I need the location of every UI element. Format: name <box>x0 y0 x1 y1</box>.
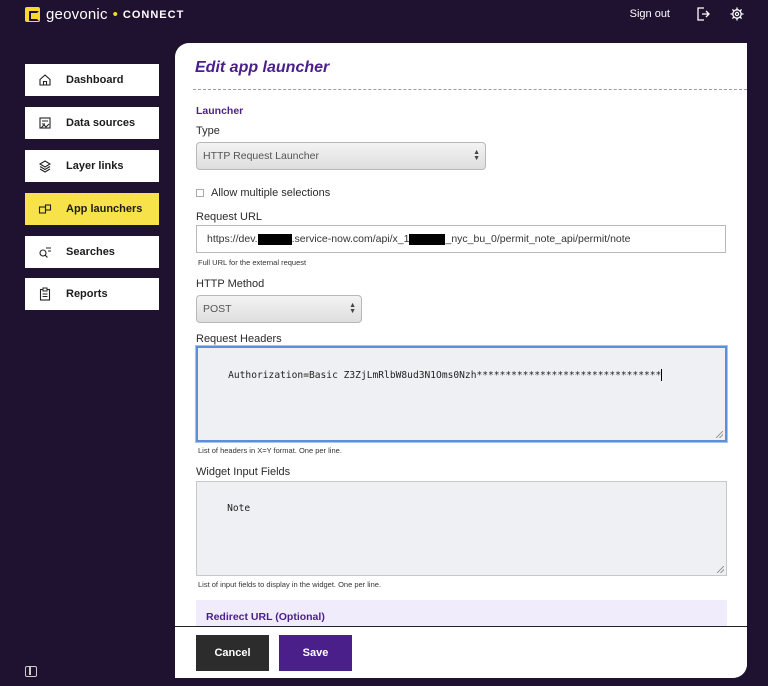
home-icon <box>39 74 51 86</box>
request-headers-value: Authorization=Basic Z3ZjLmRlbW8ud3N1Oms0… <box>228 370 662 381</box>
request-url-part-1: https://dev. <box>207 233 258 245</box>
text-caret <box>661 369 663 381</box>
sidebar-item-label: Reports <box>66 288 108 300</box>
sidebar-item-dashboard[interactable]: Dashboard <box>25 64 159 96</box>
title-divider <box>193 89 747 90</box>
gear-icon[interactable] <box>730 7 744 21</box>
request-url-help: Full URL for the external request <box>198 258 307 267</box>
edit-app-launcher-panel: Edit app launcher Launcher Type HTTP Req… <box>175 43 747 678</box>
request-url-part-3: _nyc_bu_0/permit_note_api/permit/note <box>445 233 631 245</box>
data-sources-icon <box>39 117 51 129</box>
search-icon <box>39 247 51 258</box>
type-select[interactable]: HTTP Request Launcher ▲ ▼ <box>196 142 486 170</box>
cancel-button[interactable]: Cancel <box>196 635 269 671</box>
request-url-label: Request URL <box>196 211 263 223</box>
http-method-select[interactable]: POST ▲ ▼ <box>196 295 362 323</box>
logo-name: geovonic <box>46 6 108 23</box>
sidebar-toggle-icon[interactable] <box>25 666 37 677</box>
resize-handle[interactable] <box>716 431 723 438</box>
type-select-value: HTTP Request Launcher <box>203 150 319 162</box>
sidebar-item-app-launchers[interactable]: App launchers <box>25 193 159 225</box>
request-url-input[interactable]: https://dev. .service-now.com/api/x_1 _nyc… <box>196 225 726 253</box>
resize-handle[interactable] <box>717 566 724 573</box>
logo-sub: CONNECT <box>122 8 185 21</box>
redacted-block <box>409 233 446 245</box>
widget-input-fields-textarea[interactable]: Note <box>196 481 727 576</box>
http-method-value: POST <box>203 303 232 315</box>
section-launcher-heading: Launcher <box>196 105 244 117</box>
sidebar-item-label: App launchers <box>66 203 143 215</box>
sidebar-item-label: Dashboard <box>66 74 124 86</box>
save-button[interactable]: Save <box>279 635 352 671</box>
sidebar-item-data-sources[interactable]: Data sources <box>25 107 159 139</box>
page-title: Edit app launcher <box>195 59 330 76</box>
form-footer: Cancel Save <box>175 626 747 678</box>
request-url-part-2: .service-now.com/api/x_1 <box>291 233 410 245</box>
request-headers-help: List of headers in X=Y format. One per l… <box>198 446 342 455</box>
request-headers-textarea[interactable]: Authorization=Basic Z3ZjLmRlbW8ud3N1Oms0… <box>196 346 727 442</box>
widget-input-fields-value: Note <box>227 503 251 514</box>
request-headers-label: Request Headers <box>196 333 282 345</box>
logo-dot: • <box>112 6 118 23</box>
sidebar-item-label: Data sources <box>66 117 136 129</box>
top-bar: geovonic • CONNECT Sign out <box>0 0 768 30</box>
widget-input-fields-help: List of input fields to display in the w… <box>198 580 382 589</box>
sidebar-item-reports[interactable]: Reports <box>25 278 159 310</box>
clipboard-icon <box>39 287 51 301</box>
type-label: Type <box>196 125 220 137</box>
allow-multiple-label: Allow multiple selections <box>211 187 331 199</box>
redirect-url-heading: Redirect URL (Optional) <box>206 611 325 623</box>
sidebar-item-label: Searches <box>66 246 115 258</box>
redacted-block <box>257 233 292 245</box>
select-arrows-icon: ▲ ▼ <box>349 302 356 315</box>
select-arrows-icon: ▲ ▼ <box>473 149 480 162</box>
sidebar-item-searches[interactable]: Searches <box>25 236 159 268</box>
sign-out-link[interactable]: Sign out <box>630 8 670 20</box>
layers-icon <box>38 160 52 173</box>
logo-mark-icon <box>25 7 40 22</box>
sign-out-icon[interactable] <box>696 6 710 22</box>
sidebar-item-label: Layer links <box>66 160 124 172</box>
sidebar-item-layer-links[interactable]: Layer links <box>25 150 159 182</box>
allow-multiple-checkbox[interactable] <box>196 189 204 197</box>
widget-input-fields-label: Widget Input Fields <box>196 466 291 478</box>
http-method-label: HTTP Method <box>196 278 265 290</box>
app-launcher-icon <box>38 204 52 214</box>
app-logo[interactable]: geovonic • CONNECT <box>25 6 184 23</box>
